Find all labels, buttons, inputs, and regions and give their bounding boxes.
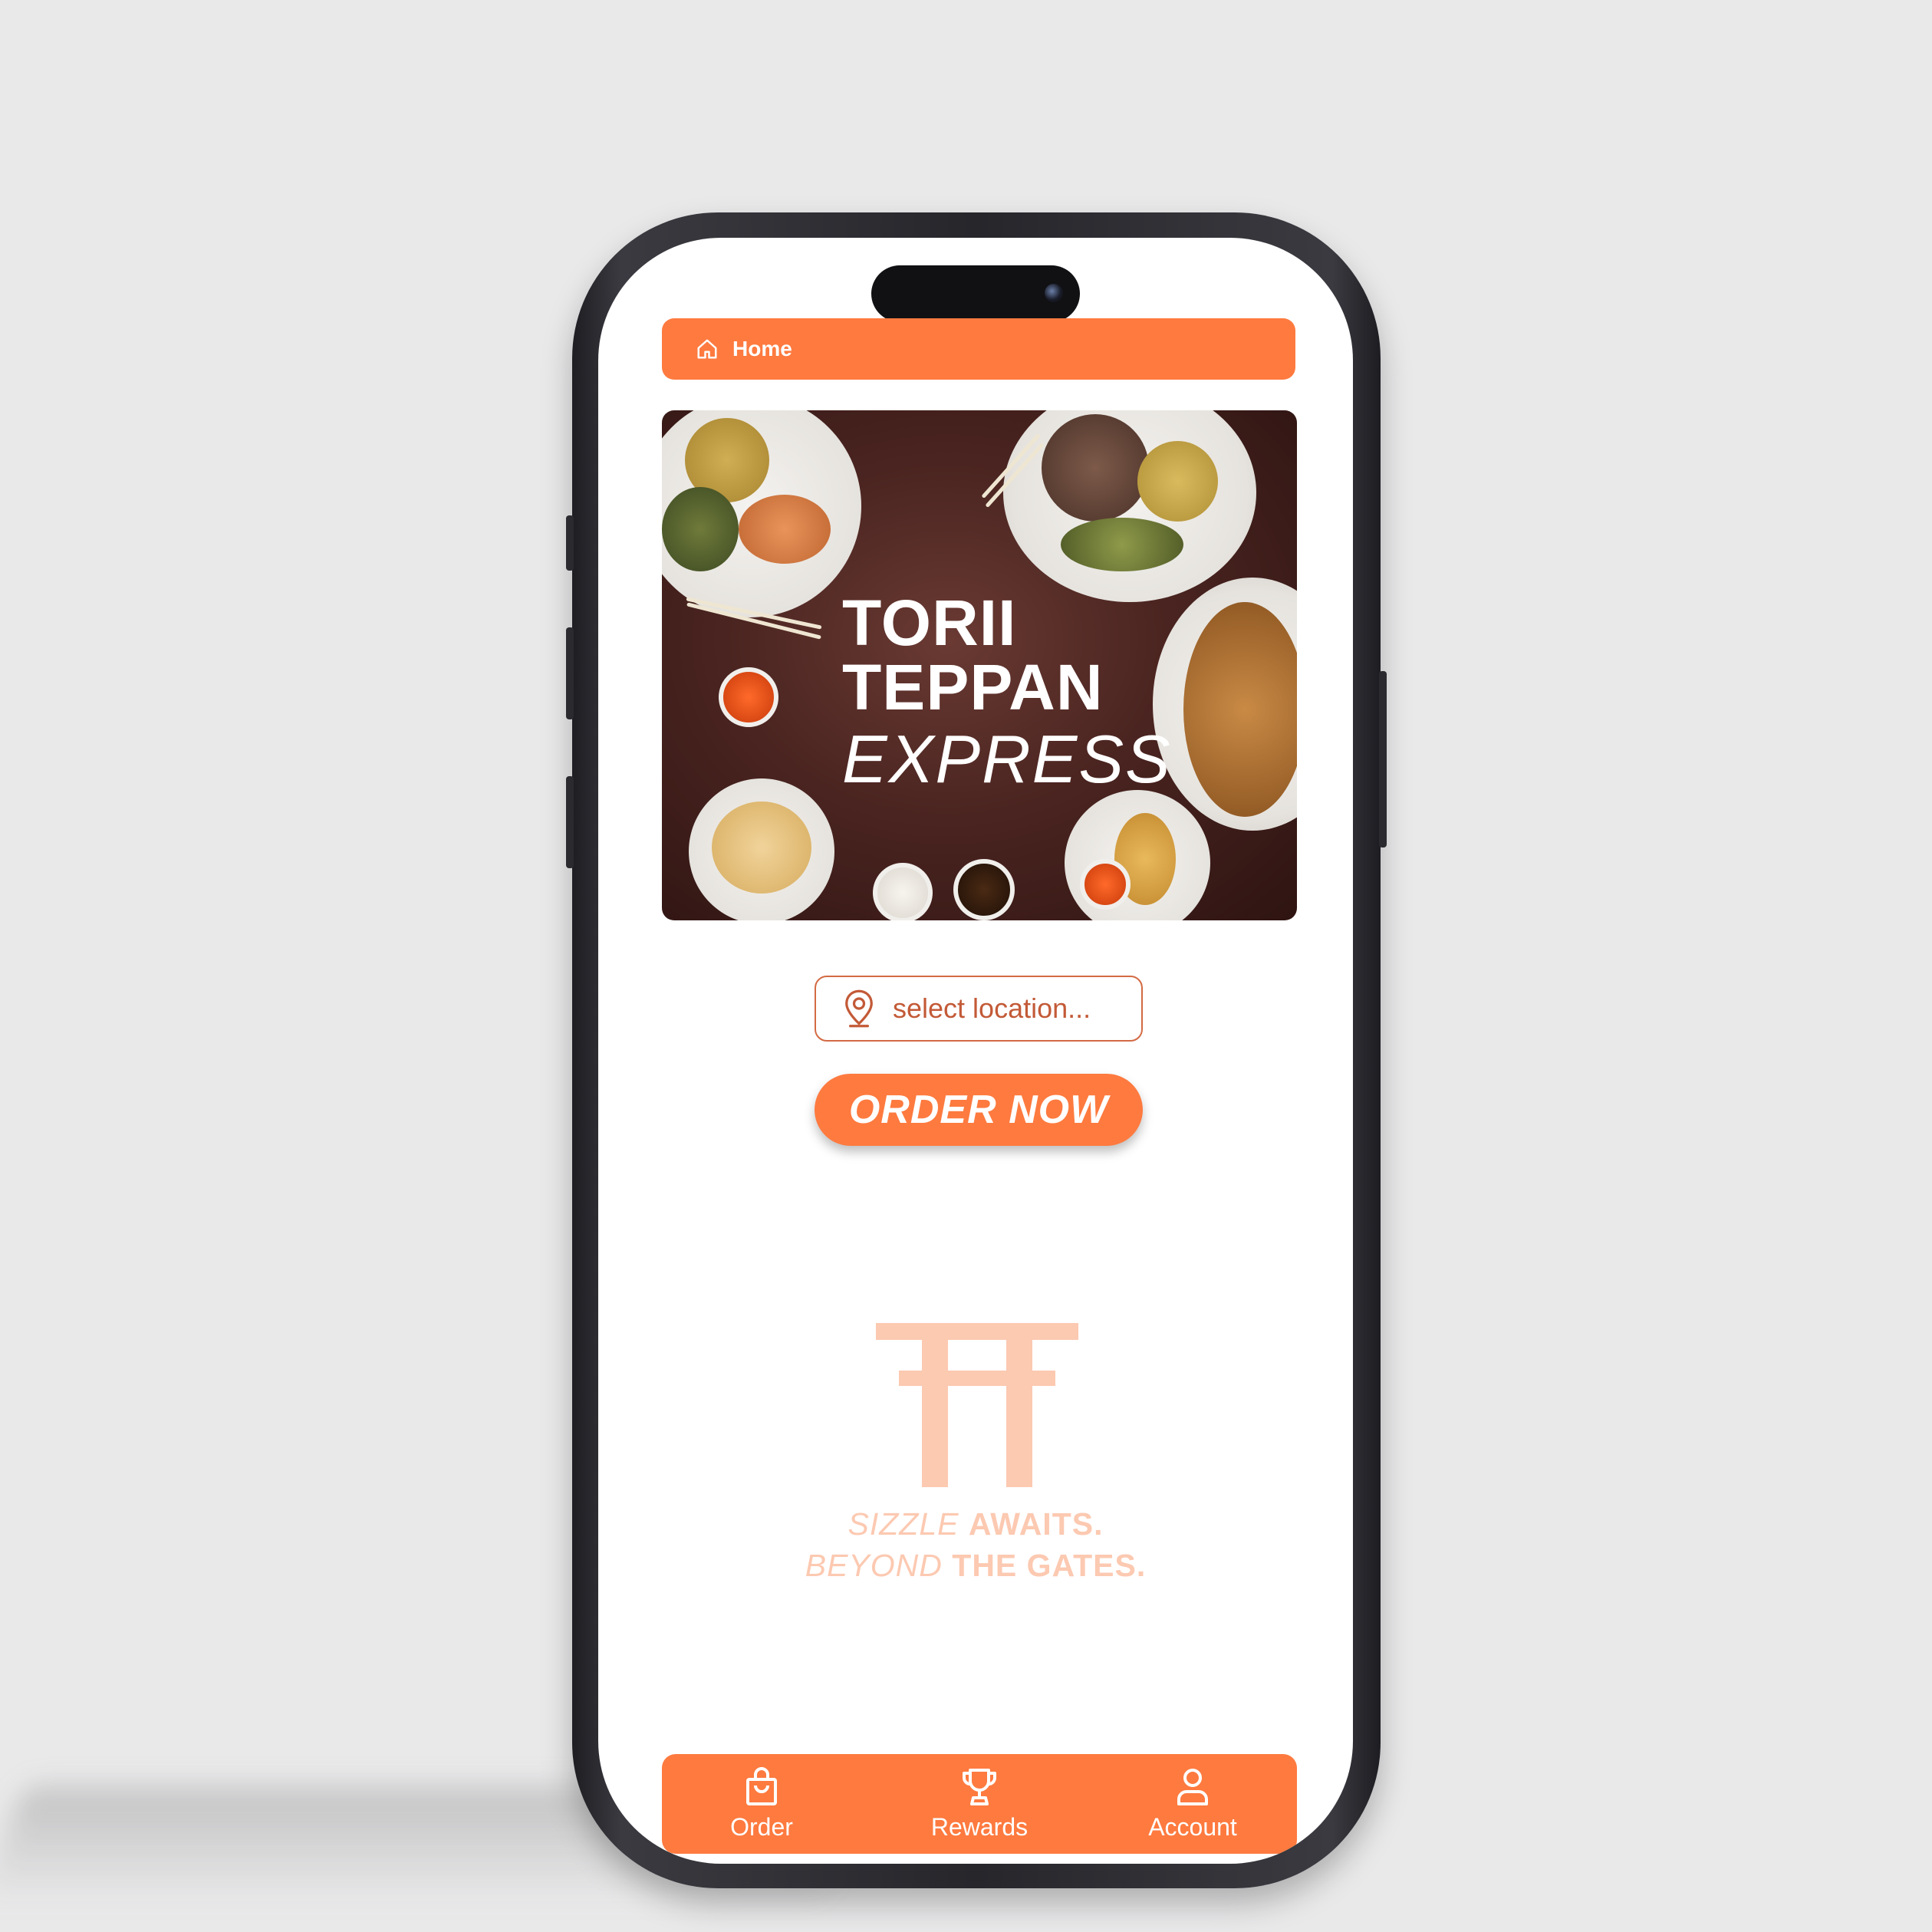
phone-power-button xyxy=(1379,671,1387,848)
location-select[interactable]: select location... xyxy=(815,976,1143,1042)
phone-volume-down-button xyxy=(566,776,574,868)
shopping-bag-icon xyxy=(746,1766,777,1805)
tab-rewards[interactable]: Rewards xyxy=(903,1754,1056,1854)
trophy-icon xyxy=(963,1768,996,1805)
tab-order-label: Order xyxy=(730,1812,793,1841)
phone-screen: Home TORII TEPPAN EXPRESS select locatio… xyxy=(598,238,1353,1864)
user-icon xyxy=(1177,1768,1208,1805)
brand-name-line3: EXPRESS xyxy=(842,721,1172,797)
phone-side-button xyxy=(566,515,574,571)
location-pin-icon xyxy=(845,989,873,1028)
tagline-line1-light: SIZZLE xyxy=(848,1506,959,1542)
header-title: Home xyxy=(732,337,792,360)
tab-rewards-label: Rewards xyxy=(930,1812,1029,1841)
tab-account-label: Account xyxy=(1148,1812,1237,1841)
phone-volume-up-button xyxy=(566,627,574,719)
tagline-line2-light: BEYOND xyxy=(805,1548,943,1583)
hero-banner-image: TORII TEPPAN EXPRESS xyxy=(662,410,1297,920)
home-icon xyxy=(697,339,717,359)
header-bar[interactable]: Home xyxy=(662,318,1295,380)
order-now-button[interactable]: ORDER NOW xyxy=(815,1074,1143,1146)
bottom-tab-bar: Order Rewards Account xyxy=(662,1754,1297,1854)
brand-name-line1: TORII xyxy=(842,587,1017,659)
tagline-line2-bold: THE GATES. xyxy=(952,1548,1147,1583)
tagline: SIZZLE AWAITS. BEYOND THE GATES. xyxy=(598,1503,1353,1586)
brand-name-line2: TEPPAN xyxy=(842,651,1104,723)
tagline-line1-bold: AWAITS. xyxy=(968,1506,1104,1542)
location-placeholder: select location... xyxy=(893,992,1091,1024)
dynamic-island xyxy=(871,265,1080,322)
tab-order[interactable]: Order xyxy=(685,1754,838,1854)
torii-gate-icon xyxy=(876,1323,1078,1487)
tab-account[interactable]: Account xyxy=(1116,1754,1269,1854)
camera-icon xyxy=(1045,284,1063,302)
brand-logo-text: TORII TEPPAN EXPRESS xyxy=(842,591,1172,793)
